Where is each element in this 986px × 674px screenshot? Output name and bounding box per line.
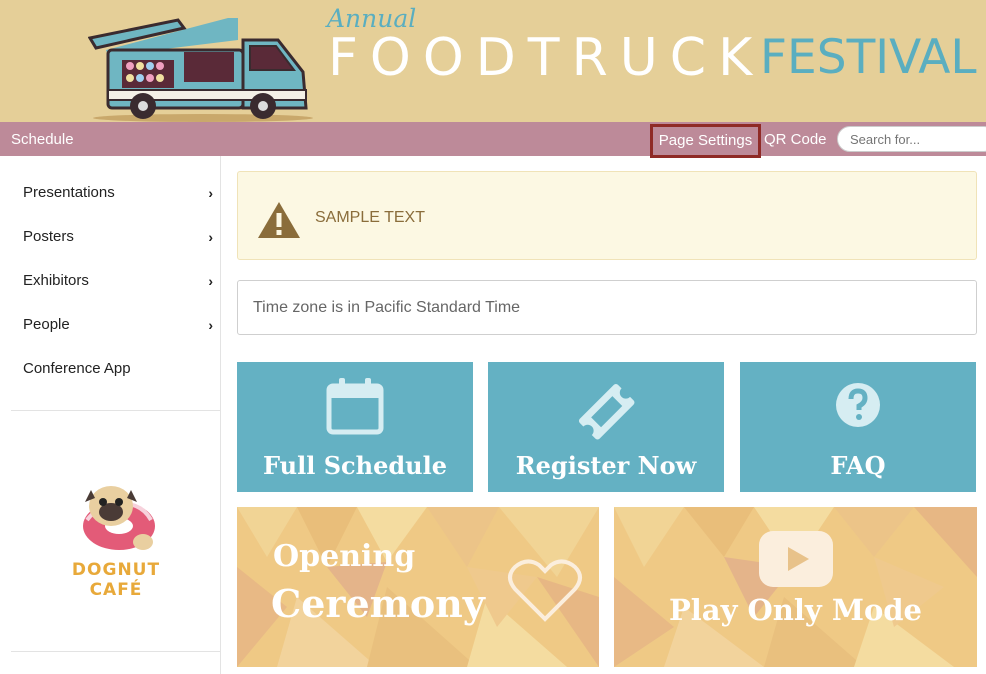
sponsor-logo-text: DOGNUT CAFÉ [71, 560, 161, 600]
tile-label: Full Schedule [263, 451, 447, 480]
sidebar-item-people[interactable]: People › [23, 310, 213, 340]
register-now-tile[interactable]: Register Now [488, 362, 724, 492]
chevron-right-icon: › [208, 229, 213, 245]
faq-tile[interactable]: FAQ [740, 362, 976, 492]
panel-label: Play Only Mode [668, 593, 923, 627]
chevron-right-icon: › [208, 317, 213, 333]
panel-label-line2: Ceremony [271, 581, 485, 626]
sidebar-item-conference-app[interactable]: Conference App [23, 354, 213, 384]
banner-title-main: FOODTRUCK [328, 28, 765, 88]
qr-code-link[interactable]: QR Code [764, 131, 827, 148]
header-banner: Annual FOODTRUCK FESTIVAL [0, 0, 986, 122]
sidebar-item-exhibitors[interactable]: Exhibitors › [23, 266, 213, 296]
play-only-mode-panel[interactable]: Play Only Mode [614, 507, 977, 667]
warning-icon [258, 202, 300, 238]
timezone-notice: Time zone is in Pacific Standard Time [237, 280, 977, 335]
chevron-right-icon: › [208, 273, 213, 289]
banner-title-accent: FESTIVAL [760, 30, 977, 85]
sidebar-item-label: Posters [23, 228, 74, 245]
sidebar-item-label: Exhibitors [23, 272, 89, 289]
play-video-icon [759, 531, 833, 587]
sidebar: Presentations › Posters › Exhibitors › P… [11, 156, 221, 674]
question-icon [836, 383, 880, 427]
sidebar-item-label: Conference App [23, 360, 131, 377]
panel-label-line1: Opening [273, 539, 416, 574]
pug-donut-icon [83, 486, 155, 550]
page-settings-button[interactable]: Page Settings [650, 124, 761, 158]
heart-icon [508, 559, 582, 622]
ticket-icon [578, 383, 635, 440]
sidebar-divider [11, 651, 220, 652]
sidebar-item-label: Presentations [23, 184, 115, 201]
nav-schedule-link[interactable]: Schedule [11, 131, 74, 148]
chevron-right-icon: › [208, 185, 213, 201]
sidebar-item-presentations[interactable]: Presentations › [23, 178, 213, 208]
full-schedule-tile[interactable]: Full Schedule [237, 362, 473, 492]
tile-label: FAQ [830, 451, 886, 480]
top-navbar: Schedule Page Settings QR Code [0, 122, 986, 158]
calendar-icon [326, 378, 384, 435]
sidebar-item-posters[interactable]: Posters › [23, 222, 213, 252]
alert-text: SAMPLE TEXT [315, 209, 425, 226]
search-input[interactable] [837, 126, 986, 152]
tile-label: Register Now [515, 451, 697, 480]
sidebar-item-label: People [23, 316, 70, 333]
food-truck-illustration [88, 18, 313, 122]
sidebar-divider [11, 410, 220, 411]
sample-alert: SAMPLE TEXT [237, 171, 977, 260]
sponsor-logo[interactable]: DOGNUT CAFÉ [51, 476, 181, 600]
opening-ceremony-panel[interactable]: Opening Ceremony [237, 507, 599, 667]
